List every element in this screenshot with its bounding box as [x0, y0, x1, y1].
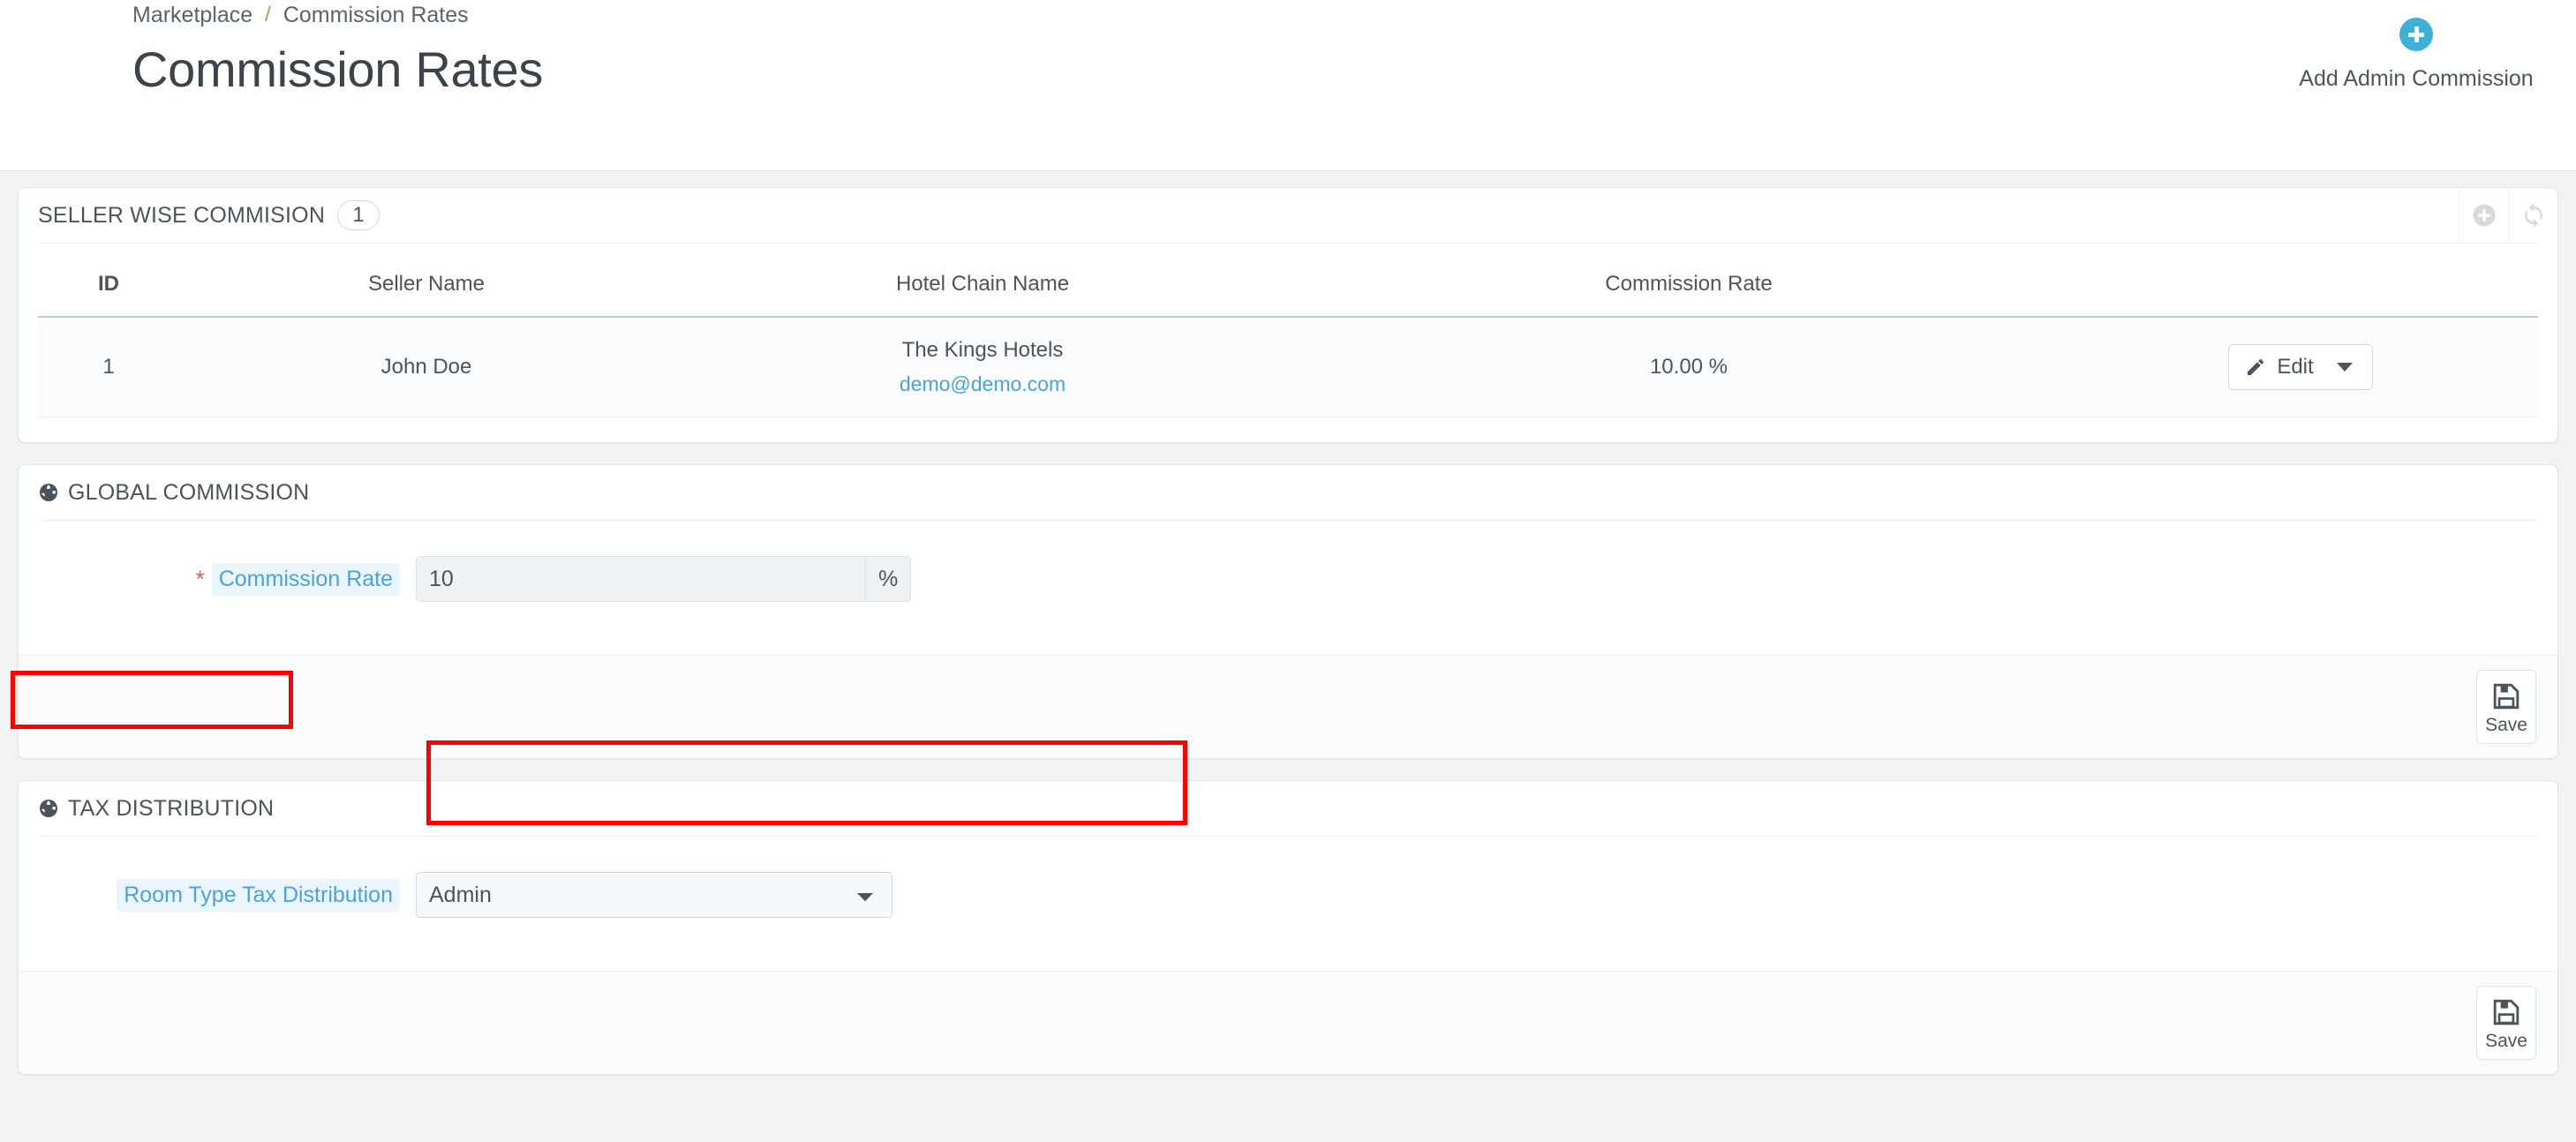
seller-panel-title: SELLER WISE COMMISION	[38, 202, 326, 228]
add-admin-commission-label: Add Admin Commission	[2299, 66, 2534, 91]
pencil-icon	[2248, 359, 2264, 376]
global-commission-body: * Commission Rate %	[19, 521, 2557, 655]
commission-rate-input[interactable]	[416, 556, 866, 603]
column-header-id: ID	[98, 272, 119, 296]
cell-hotel-chain: The Kings Hotels demo@demo.com	[674, 317, 1292, 417]
hotel-chain-name: The Kings Hotels	[901, 338, 1064, 362]
cell-actions: Edit	[2086, 317, 2538, 417]
table-header-row: ID Seller Name Hotel Chain Name Commissi…	[38, 254, 2538, 317]
edit-button-group[interactable]: Edit	[2228, 344, 2373, 391]
global-commission-title: GLOBAL COMMISSION	[68, 479, 310, 505]
cell-commission-rate: 10.00 %	[1649, 355, 1729, 379]
tax-distribution-panel: TAX DISTRIBUTION Room Type Tax Distribut…	[18, 780, 2558, 1076]
chevron-down-icon[interactable]	[2336, 363, 2353, 372]
tax-distribution-title: TAX DISTRIBUTION	[68, 795, 275, 821]
commission-rate-row: * Commission Rate %	[38, 531, 2538, 630]
save-global-commission-button[interactable]: Save	[2476, 670, 2536, 745]
room-type-tax-label-wrap: Room Type Tax Distribution	[38, 878, 400, 912]
seller-panel-tools	[2459, 188, 2557, 243]
commission-rate-label-wrap: * Commission Rate	[38, 562, 400, 596]
breadcrumb-item-commission-rates: Commission Rates	[282, 3, 469, 27]
table-body: 1 John Doe The Kings Hotels demo@demo.co…	[38, 317, 2538, 417]
plus-circle-icon	[2399, 18, 2433, 51]
seller-table-wrap: ID Seller Name Hotel Chain Name Commissi…	[19, 244, 2557, 442]
save-tax-distribution-label: Save	[2485, 1031, 2527, 1052]
tax-distribution-title-wrap: TAX DISTRIBUTION	[38, 796, 274, 822]
refresh-button[interactable]	[2508, 188, 2557, 243]
tax-distribution-header: TAX DISTRIBUTION	[19, 781, 2557, 836]
save-tax-distribution-button[interactable]: Save	[2476, 986, 2536, 1061]
seller-count-badge: 1	[337, 200, 380, 230]
global-commission-header: GLOBAL COMMISSION	[19, 465, 2557, 520]
globe-icon	[40, 800, 57, 818]
breadcrumb-separator: /	[265, 3, 271, 26]
commission-rate-field-wrap: %	[416, 556, 912, 603]
global-commission-title-wrap: GLOBAL COMMISSION	[38, 480, 309, 506]
column-header-commission-rate: Commission Rate	[1605, 272, 1773, 296]
page-body: SELLER WISE COMMISION 1 ID Seller Name H…	[0, 171, 2576, 1142]
column-header-hotel-chain-name: Hotel Chain Name	[895, 272, 1070, 296]
save-global-commission-label: Save	[2485, 715, 2527, 736]
global-commission-footer: Save	[19, 655, 2557, 759]
percent-addon: %	[866, 556, 912, 603]
cell-seller-name: John Doe	[380, 355, 472, 379]
page-header: Marketplace / Commission Rates Commissio…	[0, 0, 2576, 171]
add-row-button[interactable]	[2459, 188, 2508, 243]
commission-rate-label: Commission Rate	[211, 562, 400, 596]
room-type-tax-row: Room Type Tax Distribution Admin	[38, 847, 2538, 946]
column-header-actions	[2086, 254, 2538, 317]
table-head: ID Seller Name Hotel Chain Name Commissi…	[38, 254, 2538, 317]
room-type-tax-label: Room Type Tax Distribution	[117, 878, 400, 912]
page-title: Commission Rates	[132, 41, 544, 97]
required-asterisk: *	[195, 566, 205, 593]
global-commission-panel: GLOBAL COMMISSION * Commission Rate %	[18, 464, 2558, 760]
save-floppy-icon	[2493, 999, 2520, 1026]
table-row: 1 John Doe The Kings Hotels demo@demo.co…	[38, 317, 2538, 417]
plus-circle-icon	[2473, 204, 2495, 227]
breadcrumb: Marketplace / Commission Rates	[132, 0, 2576, 30]
column-header-seller-name: Seller Name	[367, 272, 486, 296]
breadcrumb-item-marketplace[interactable]: Marketplace	[132, 0, 252, 30]
tax-distribution-body: Room Type Tax Distribution Admin	[19, 837, 2557, 971]
seller-commission-table: ID Seller Name Hotel Chain Name Commissi…	[38, 254, 2538, 417]
refresh-icon	[2524, 203, 2542, 228]
seller-wise-commission-panel: SELLER WISE COMMISION 1 ID Seller Name H…	[18, 187, 2558, 444]
room-type-tax-select[interactable]: Admin	[416, 872, 893, 919]
edit-button-label: Edit	[2277, 355, 2314, 379]
cell-id: 1	[102, 355, 115, 379]
tax-distribution-footer: Save	[19, 971, 2557, 1075]
seller-panel-title-wrap: SELLER WISE COMMISION	[38, 203, 325, 229]
save-floppy-icon	[2493, 683, 2520, 710]
add-admin-commission-button[interactable]: Add Admin Commission	[2288, 18, 2544, 92]
seller-panel-header: SELLER WISE COMMISION 1	[19, 188, 2557, 243]
globe-icon	[40, 484, 57, 502]
room-type-tax-field-wrap: Admin	[416, 872, 893, 919]
hotel-email-link[interactable]: demo@demo.com	[674, 368, 1292, 401]
